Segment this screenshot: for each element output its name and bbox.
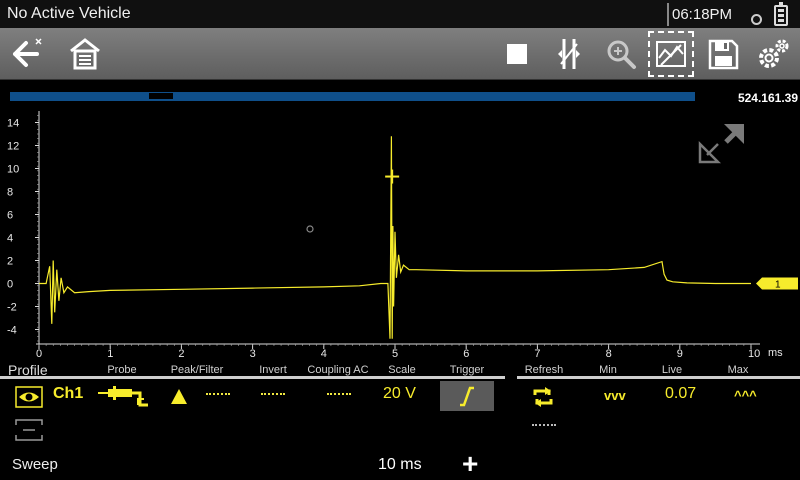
col-invert: Invert: [259, 364, 287, 376]
col-refresh: Refresh: [524, 364, 564, 376]
sweep-value[interactable]: 10 ms: [378, 456, 422, 474]
y-tick-label: -4: [7, 325, 17, 337]
col-scale: Scale: [388, 364, 416, 376]
zoom-button[interactable]: [598, 31, 644, 77]
trigger-button[interactable]: [440, 381, 494, 411]
coupling-dashes[interactable]: [327, 393, 351, 395]
col-peak-filter: Peak/Filter: [170, 364, 224, 376]
clock: 06:18PM: [672, 6, 733, 23]
x-tick-label: 3: [250, 348, 256, 360]
col-coupling: Coupling AC: [307, 364, 369, 376]
refresh-icon[interactable]: [531, 386, 555, 408]
status-divider: [667, 3, 669, 26]
col-max: Max: [727, 364, 749, 376]
channel-row-ch1: Ch1 20 V vvv 0.07 ^^^: [0, 379, 800, 413]
home-button[interactable]: [62, 31, 108, 77]
col-probe: Probe: [107, 364, 137, 376]
sweep-row: Sweep 10 ms +: [0, 450, 800, 480]
x-tick-label: 8: [606, 348, 612, 360]
y-tick-label: 10: [7, 164, 19, 176]
y-tick-label: 2: [7, 256, 13, 268]
col-live: Live: [661, 364, 683, 376]
x-tick-label: 2: [178, 348, 184, 360]
visibility-eye-icon[interactable]: [15, 386, 43, 408]
peak-filter-icon[interactable]: [170, 387, 188, 405]
y-tick-label: 4: [7, 233, 13, 245]
y-axis-ticks: 14 12 10 8 6 4 2 0 -2 -4: [7, 115, 39, 342]
status-bar: No Active Vehicle 06:18PM: [0, 0, 800, 28]
settings-button[interactable]: [750, 31, 796, 77]
refresh-empty-dashes: [532, 424, 556, 426]
x-tick-label: 7: [534, 348, 540, 360]
position-readout: 524.161.39: [737, 91, 798, 105]
save-icon: [708, 39, 739, 70]
buffer-slider-thumb[interactable]: [148, 93, 173, 99]
col-min: Min: [599, 364, 617, 376]
save-button[interactable]: [700, 31, 746, 77]
max-value: ^^^: [734, 388, 757, 403]
cursor-crosshair[interactable]: [385, 169, 400, 184]
y-tick-label: 14: [7, 118, 19, 130]
x-tick-label: 4: [321, 348, 327, 360]
x-tick-label: 10: [748, 348, 760, 360]
scale-value[interactable]: 20 V: [383, 385, 416, 403]
trigger-rising-edge-icon: [460, 386, 474, 407]
chart-axes: [36, 111, 760, 345]
settings-icon: [759, 39, 789, 68]
x-tick-label: 6: [463, 348, 469, 360]
y-tick-label: 0: [7, 279, 13, 291]
invert-dashes[interactable]: [206, 393, 230, 395]
y-tick-label: 8: [7, 187, 13, 199]
capture-icon: [656, 41, 686, 67]
buffer-slider[interactable]: [10, 92, 695, 101]
zoom-icon: [607, 40, 636, 69]
back-icon: [13, 38, 42, 67]
channel-row-empty: [0, 413, 800, 449]
buffer-position-bar: 524.161.39: [0, 80, 800, 110]
sweep-label: Sweep: [12, 456, 58, 473]
expand-icon[interactable]: [698, 120, 746, 166]
reference-point-icon: [306, 225, 314, 233]
stop-button[interactable]: [494, 31, 540, 77]
channel-name[interactable]: Ch1: [53, 385, 83, 403]
vehicle-status-title: No Active Vehicle: [7, 5, 131, 22]
x-axis-ticks: 0 1 2 3 4 5 6 7 8 9 10 ms: [36, 344, 783, 360]
marker-label: 1: [775, 280, 781, 291]
y-tick-label: 12: [7, 141, 19, 153]
home-icon: [70, 38, 100, 70]
stop-icon: [507, 44, 527, 64]
visibility-off-icon[interactable]: [15, 419, 43, 441]
x-tick-label: 1: [107, 348, 113, 360]
battery-icon: [774, 2, 788, 26]
ch1-trace: [39, 136, 751, 339]
x-tick-label: 9: [677, 348, 683, 360]
scope-chart[interactable]: 14121086420-2-4 0 1 2 3 4 5 6 7 8 9 10 ms 1: [0, 110, 800, 360]
invert-value-dashes[interactable]: [261, 393, 285, 395]
min-value: vvv: [604, 388, 626, 403]
y-tick-label: 6: [7, 210, 13, 222]
x-tick-label: 0: [36, 348, 42, 360]
connection-indicator-icon: [751, 14, 762, 25]
x-tick-label: 5: [392, 348, 398, 360]
y-tick-label: -2: [7, 302, 17, 314]
back-button[interactable]: [4, 31, 50, 77]
col-trigger: Trigger: [449, 364, 485, 376]
live-value: 0.07: [665, 385, 697, 402]
channel-1-zero-marker[interactable]: 1: [756, 277, 798, 291]
cursor-icon: [558, 39, 580, 69]
capture-button[interactable]: [648, 31, 694, 77]
toolbar: [0, 28, 800, 80]
probe-icon[interactable]: [98, 385, 150, 409]
x-axis-unit: ms: [768, 347, 783, 359]
cursor-button[interactable]: [546, 31, 592, 77]
sweep-increase-button[interactable]: +: [462, 450, 478, 478]
